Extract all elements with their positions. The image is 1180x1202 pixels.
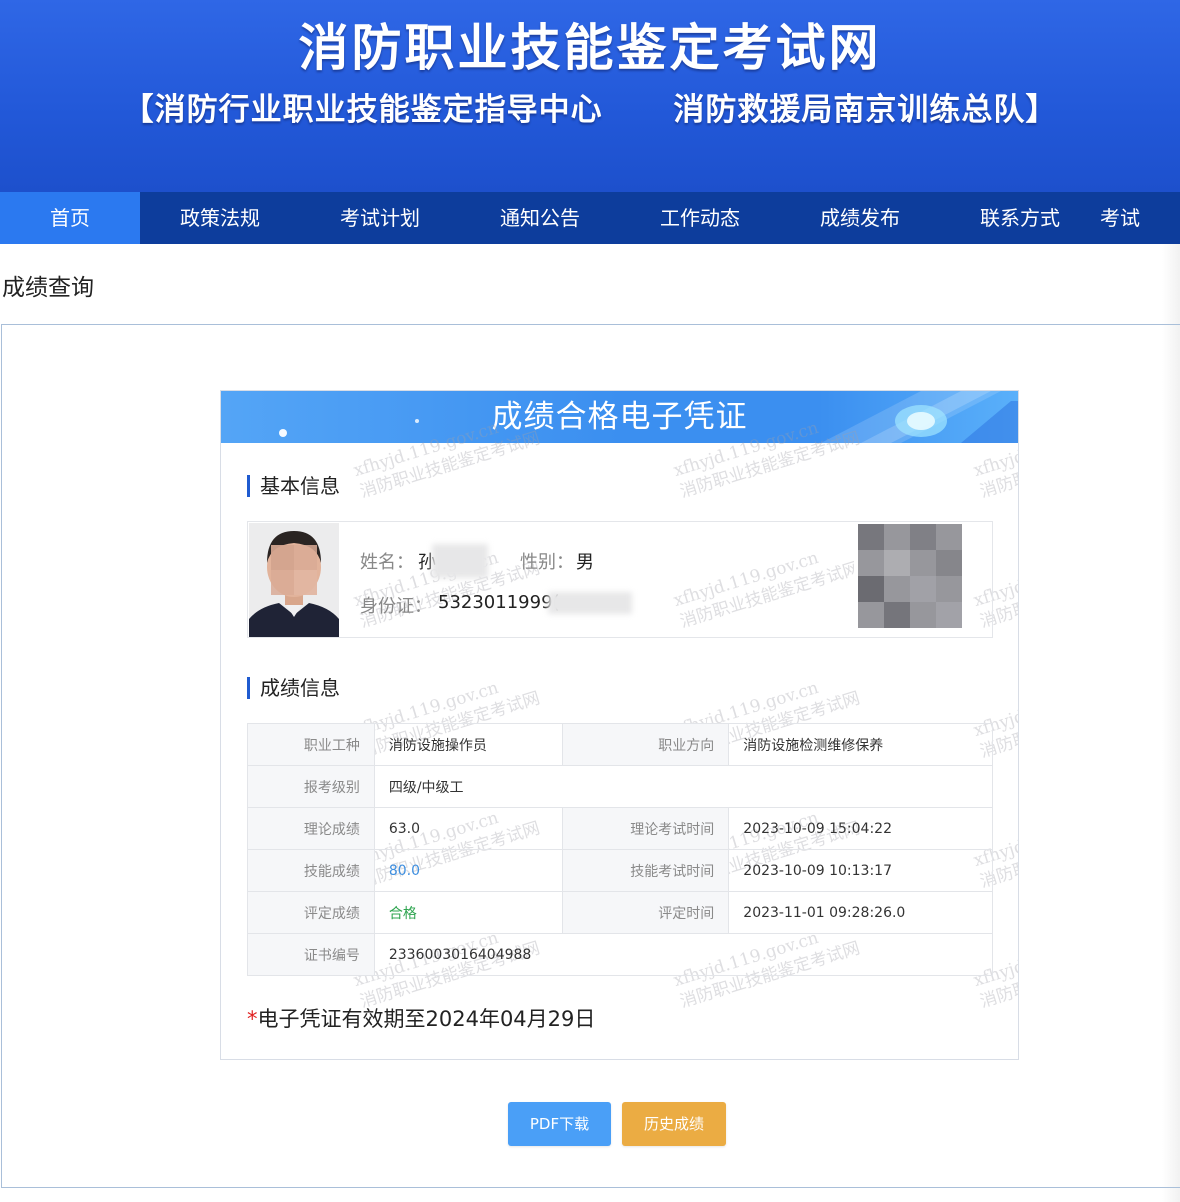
page-title: 成绩查询 [2, 275, 94, 301]
final-result-label: 评定成绩 [247, 891, 375, 934]
theory-score-value: 63.0 [373, 807, 563, 850]
table-row: 评定成绩 合格 评定时间 2023-11-01 09:28:26.0 [247, 891, 993, 934]
theory-score-label: 理论成绩 [247, 807, 375, 850]
direction-value: 消防设施检测维修保养 [728, 723, 993, 766]
qr-code-icon [854, 522, 966, 632]
history-scores-button[interactable]: 历史成绩 [622, 1102, 726, 1146]
certificate-number-label: 证书编号 [247, 933, 375, 976]
certificate-card: 成绩合格电子凭证 xfhyjd.119.gov.cn 消防职业技能鉴定考试网 xf… [220, 390, 1019, 1060]
direction-label: 职业方向 [561, 723, 730, 766]
final-result-value: 合格 [373, 891, 563, 934]
level-label: 报考级别 [247, 765, 375, 808]
score-info-title: 成绩信息 [247, 677, 340, 699]
validity-note: *电子凭证有效期至2024年04月29日 [247, 1003, 595, 1033]
certificate-number-value: 2336003016404988 [373, 933, 994, 976]
evaluation-time-value: 2023-11-01 09:28:26.0 [728, 891, 993, 934]
nav-item-policy[interactable]: 政策法规 [140, 192, 300, 244]
redacted-id [548, 592, 632, 614]
gender-label: 性别： [520, 552, 574, 573]
table-row: 证书编号 2336003016404988 [247, 933, 994, 976]
level-value: 四级/中级工 [373, 765, 994, 808]
main-nav: 首页 政策法规 考试计划 通知公告 工作动态 成绩发布 联系方式 考试 [0, 192, 1180, 244]
theory-time-value: 2023-10-09 15:04:22 [728, 807, 993, 850]
candidate-photo [249, 523, 339, 637]
skill-time-label: 技能考试时间 [561, 849, 730, 892]
gender-value: 男 [576, 552, 594, 573]
nav-item-contact[interactable]: 联系方式 [940, 192, 1100, 244]
site-subtitle: 【消防行业职业技能鉴定指导中心 消防救援局南京训练总队】 [122, 92, 1058, 128]
certificate-header: 成绩合格电子凭证 [221, 391, 1018, 443]
nav-item-results[interactable]: 成绩发布 [780, 192, 940, 244]
validity-text: 电子凭证有效期至2024年04月29日 [257, 1007, 596, 1031]
nav-item-exam-plan[interactable]: 考试计划 [300, 192, 460, 244]
site-banner: 消防职业技能鉴定考试网 【消防行业职业技能鉴定指导中心 消防救援局南京训练总队】 [0, 0, 1180, 192]
skill-score-value: 80.0 [373, 849, 563, 892]
occupation-value: 消防设施操作员 [373, 723, 563, 766]
skill-time-value: 2023-10-09 10:13:17 [728, 849, 993, 892]
table-row: 技能成绩 80.0 技能考试时间 2023-10-09 10:13:17 [247, 849, 993, 892]
redacted-name [432, 544, 488, 578]
person-photo-icon [249, 523, 339, 637]
score-table: 职业工种 消防设施操作员 职业方向 消防设施检测维修保养 报考级别 四级/中级工… [247, 723, 994, 976]
nav-item-home[interactable]: 首页 [0, 192, 140, 244]
certificate-title: 成绩合格电子凭证 [491, 399, 748, 435]
basic-info-card: 姓名： 孙 性别： 男 身份证： 5323011999( [247, 521, 993, 638]
site-title: 消防职业技能鉴定考试网 [298, 19, 882, 77]
theory-time-label: 理论考试时间 [561, 807, 730, 850]
id-value: 5323011999( [438, 592, 560, 613]
basic-info-title: 基本信息 [247, 475, 340, 497]
nav-item-exam[interactable]: 考试 [1100, 192, 1180, 244]
pdf-download-button[interactable]: PDF下载 [508, 1102, 611, 1146]
occupation-label: 职业工种 [247, 723, 375, 766]
evaluation-time-label: 评定时间 [561, 891, 730, 934]
table-row: 职业工种 消防设施操作员 职业方向 消防设施检测维修保养 [247, 723, 993, 766]
name-label: 姓名： [360, 552, 414, 573]
nav-item-work-news[interactable]: 工作动态 [620, 192, 780, 244]
table-row: 理论成绩 63.0 理论考试时间 2023-10-09 15:04:22 [247, 807, 993, 850]
id-label: 身份证： [360, 596, 432, 617]
nav-item-notices[interactable]: 通知公告 [460, 192, 620, 244]
skill-score-label: 技能成绩 [247, 849, 375, 892]
required-star: * [247, 1007, 258, 1031]
qr-code [854, 522, 966, 632]
table-row: 报考级别 四级/中级工 [247, 765, 994, 808]
